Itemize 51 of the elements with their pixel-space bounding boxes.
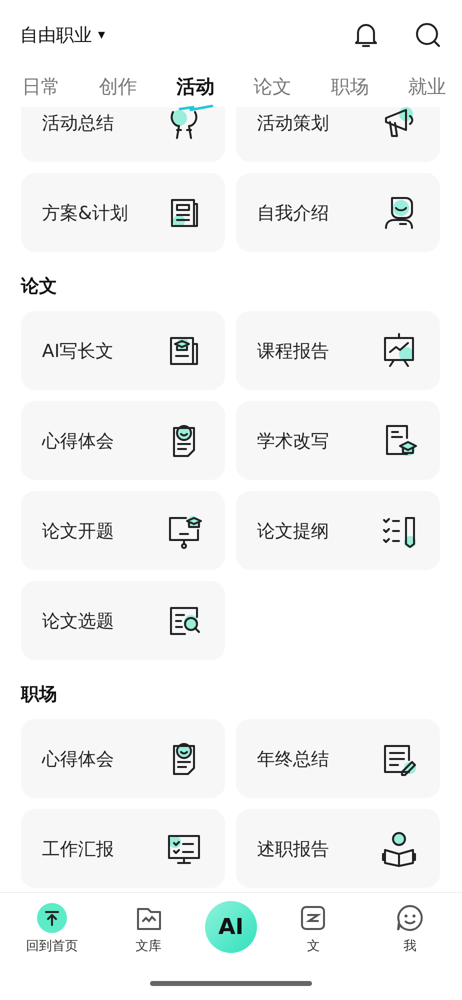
card-label: 学术改写: [257, 430, 329, 452]
tool-card[interactable]: 心得体会: [21, 401, 225, 480]
tool-card[interactable]: 述职报告: [236, 809, 440, 888]
smiley-icon: [394, 903, 425, 933]
card-label: 活动总结: [42, 112, 114, 134]
person-reading-icon: [380, 830, 418, 868]
card-label: 自我介绍: [257, 202, 329, 224]
category-tab[interactable]: 活动: [176, 70, 214, 104]
arrow-up-icon: [37, 903, 68, 933]
tool-card[interactable]: 论文开题: [21, 491, 225, 570]
category-title[interactable]: 自由职业: [20, 23, 92, 47]
dropdown-caret[interactable]: ▾: [98, 27, 106, 43]
nav-item[interactable]: 回到首页: [12, 903, 92, 967]
tool-card[interactable]: 心得体会: [21, 719, 225, 798]
tool-card[interactable]: 年终总结: [236, 719, 440, 798]
search-icon[interactable]: [414, 21, 442, 49]
tool-card[interactable]: 自我介绍: [236, 173, 440, 252]
nav-item[interactable]: 文: [273, 903, 354, 967]
tool-card[interactable]: AI写长文: [21, 311, 225, 390]
card-label: 论文提纲: [257, 520, 329, 542]
section-heading: 论文: [21, 275, 58, 299]
card-label: 活动策划: [257, 112, 329, 134]
category-tab[interactable]: 日常: [22, 70, 60, 104]
card-label: 论文开题: [42, 520, 114, 542]
tool-card[interactable]: 活动总结: [21, 107, 225, 162]
card-label: 方案&计划: [42, 202, 128, 224]
tool-card[interactable]: 工作汇报: [21, 809, 225, 888]
tool-card[interactable]: 课程报告: [236, 311, 440, 390]
tool-card[interactable]: 方案&计划: [21, 173, 225, 252]
nav-item[interactable]: 文库: [108, 903, 189, 967]
card-label: 心得体会: [42, 748, 114, 770]
card-label: 述职报告: [257, 838, 329, 860]
card-label: AI写长文: [42, 340, 114, 362]
tool-card[interactable]: 活动策划: [236, 107, 440, 162]
card-label: 工作汇报: [42, 838, 114, 860]
ai-button[interactable]: AI: [204, 901, 257, 953]
underline-squiggle: [178, 104, 214, 112]
category-tab[interactable]: 职场: [330, 70, 369, 104]
category-tab[interactable]: 论文: [254, 70, 292, 104]
category-tab[interactable]: 创作: [99, 70, 138, 104]
card-label: 年终总结: [257, 748, 329, 770]
nav-item[interactable]: 我: [370, 903, 450, 967]
card-label: 心得体会: [42, 430, 114, 452]
card-label: 课程报告: [257, 340, 329, 362]
category-tab[interactable]: 就业: [408, 70, 446, 104]
card-label: 论文选题: [42, 610, 114, 632]
tool-card[interactable]: 论文提纲: [236, 491, 440, 570]
bell-icon[interactable]: [352, 21, 380, 49]
tool-card[interactable]: 论文选题: [21, 581, 225, 660]
section-heading: 职场: [21, 683, 58, 707]
tool-card[interactable]: 学术改写: [236, 401, 440, 480]
